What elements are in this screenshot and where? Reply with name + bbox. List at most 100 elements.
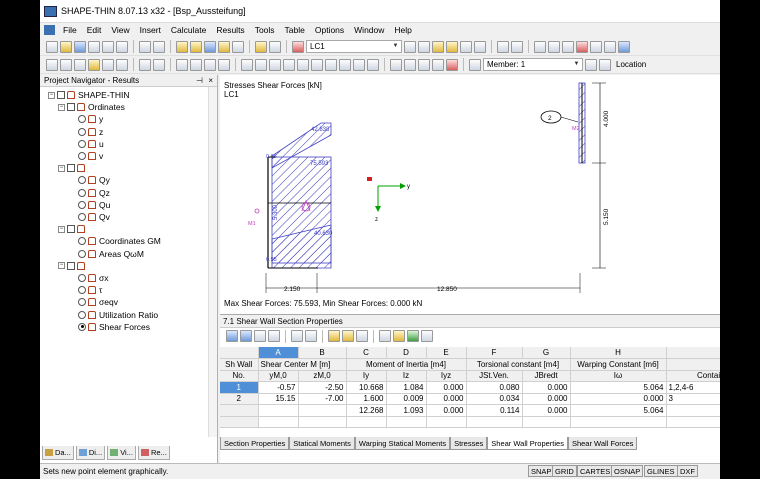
table-row[interactable]: 2 15.15 -7.00 1.600 0.009 0.000 0.034 0.000 0.00…	[220, 393, 720, 405]
menu-options[interactable]: Options	[310, 25, 349, 35]
tab-data[interactable]: Da...	[42, 446, 74, 460]
table-toggle-icon[interactable]	[269, 40, 281, 53]
snap-button[interactable]: SNAP	[528, 465, 555, 477]
table-cell[interactable]	[258, 404, 299, 417]
table-filter-icon[interactable]	[379, 330, 391, 342]
pen-icon[interactable]	[390, 58, 402, 71]
filter-icon[interactable]	[153, 58, 165, 71]
radio-button[interactable]	[78, 152, 86, 160]
tree-item[interactable]: σx	[78, 272, 109, 284]
member-select[interactable]: Member: 1 ▼	[483, 58, 583, 71]
checkbox[interactable]	[67, 164, 75, 173]
radio-button[interactable]	[78, 298, 86, 307]
tree-item[interactable]: Qy	[78, 174, 110, 186]
table-cell[interactable]	[466, 416, 523, 428]
table-row[interactable]	[220, 416, 720, 428]
stress-icon[interactable]	[218, 40, 230, 53]
row-number[interactable]	[220, 404, 259, 417]
table-row[interactable]: 1 -0.57 -2.50 10.668 1.084 0.000 0.080 0.000 5.0…	[220, 381, 720, 394]
col-letter-g[interactable]: G	[522, 347, 571, 359]
table-tool-4-icon[interactable]	[268, 330, 280, 342]
tree-item[interactable]: v	[78, 150, 103, 162]
collapse-icon[interactable]: −	[58, 103, 65, 111]
values-icon[interactable]	[190, 58, 202, 71]
table-cell[interactable]: 0.000	[522, 404, 571, 417]
col-letter-d[interactable]: D	[386, 347, 427, 359]
ibeam-icon[interactable]	[116, 58, 128, 71]
next-member-icon[interactable]	[599, 58, 611, 71]
collapse-icon[interactable]: −	[58, 164, 65, 172]
tab-results[interactable]: Re...	[137, 446, 170, 460]
tree-item[interactable]: Utilization Ratio	[78, 309, 158, 321]
eqv-icon[interactable]	[339, 58, 351, 71]
tree-node[interactable]: − SHAPE-THIN	[48, 89, 129, 101]
table-cell[interactable]: -7.00	[298, 393, 347, 405]
col-letter-e[interactable]: E	[426, 347, 467, 359]
row-number[interactable]	[220, 416, 259, 428]
tree-node[interactable]: −	[58, 260, 88, 272]
tab-display[interactable]: Di...	[75, 446, 106, 460]
menu-window[interactable]: Window	[349, 25, 389, 35]
bottom-tab[interactable]: Section Properties	[220, 437, 290, 450]
zoom-icon[interactable]	[232, 40, 244, 53]
table-cell[interactable]: 12.268	[346, 404, 387, 417]
radio-button[interactable]	[78, 274, 86, 282]
radio-button[interactable]	[78, 176, 86, 185]
radio-button[interactable]	[78, 310, 86, 319]
support-icon[interactable]	[218, 58, 230, 71]
node-icon[interactable]	[60, 58, 72, 71]
view-icon[interactable]	[497, 40, 509, 53]
col-letter-a[interactable]: A	[258, 347, 299, 359]
checkbox[interactable]	[67, 225, 75, 234]
axis-icon[interactable]	[204, 58, 216, 71]
close-icon[interactable]: ×	[208, 76, 213, 85]
col-letter-f[interactable]: F	[466, 347, 523, 359]
collapse-icon[interactable]: −	[58, 225, 65, 233]
link-icon[interactable]	[534, 40, 546, 53]
menu-view[interactable]: View	[106, 25, 134, 35]
delete-icon[interactable]	[576, 40, 588, 53]
tree-item[interactable]: Qv	[78, 211, 110, 223]
tree-item[interactable]: Areas QωM	[78, 248, 144, 260]
sigma-icon[interactable]	[297, 58, 309, 71]
table-cell[interactable]: 10.668	[346, 381, 387, 394]
table-cell[interactable]	[570, 416, 667, 428]
q0-icon[interactable]	[269, 58, 281, 71]
tab-views[interactable]: Vi...	[107, 446, 136, 460]
radio-button[interactable]	[78, 213, 86, 221]
collapse-icon[interactable]: −	[58, 262, 65, 270]
tau2-icon[interactable]	[325, 58, 337, 71]
table-cell[interactable]: -0.57	[258, 381, 299, 394]
checkbox[interactable]	[67, 261, 75, 270]
mirror-icon[interactable]	[604, 40, 616, 53]
ratio-icon[interactable]	[353, 58, 365, 71]
radio-button[interactable]	[78, 200, 86, 209]
table-cell[interactable]	[298, 416, 347, 428]
table-cell[interactable]: 0.114	[466, 404, 523, 417]
col-letter-h[interactable]: H	[570, 347, 667, 359]
bottom-tab[interactable]: Statical Moments	[289, 437, 355, 450]
menu-calculate[interactable]: Calculate	[166, 25, 211, 35]
point-icon[interactable]	[102, 58, 114, 71]
table-cell[interactable]	[426, 416, 467, 428]
pointer-icon[interactable]	[46, 58, 58, 71]
col-letter-b[interactable]: B	[298, 347, 347, 359]
col-letter-i[interactable]: I	[666, 347, 720, 359]
table-cell[interactable]: 0.009	[386, 393, 427, 405]
tree-item[interactable]: τ	[78, 284, 102, 296]
redo-icon[interactable]	[153, 40, 165, 53]
clear-icon[interactable]	[446, 58, 458, 71]
table-cell[interactable]: 1.093	[386, 404, 427, 417]
radio-button[interactable]	[78, 139, 86, 148]
radio-button[interactable]	[78, 115, 86, 124]
dim-icon[interactable]	[404, 58, 416, 71]
open-file-icon[interactable]	[60, 40, 72, 53]
calculate-icon[interactable]	[176, 40, 188, 53]
menu-help[interactable]: Help	[389, 25, 416, 35]
bottom-tab[interactable]: Warping Statical Moments	[354, 437, 451, 450]
tree-node[interactable]: −	[58, 162, 88, 174]
prev-icon[interactable]	[404, 40, 416, 53]
osnap-button[interactable]: OSNAP	[611, 465, 644, 477]
export-icon[interactable]	[116, 40, 128, 53]
tree-item[interactable]: Qu	[78, 199, 110, 211]
